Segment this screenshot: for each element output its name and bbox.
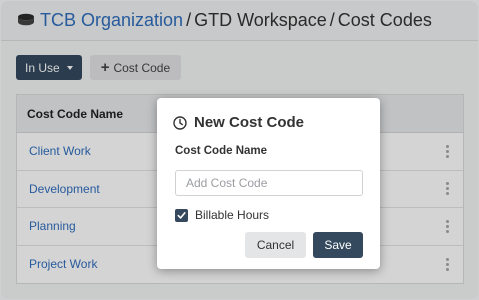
new-cost-code-dialog: New Cost Code Cost Code Name Billable Ho… [157, 98, 380, 269]
billable-hours-checkbox[interactable] [175, 208, 188, 222]
billable-hours-label: Billable Hours [195, 208, 270, 222]
cancel-button[interactable]: Cancel [245, 232, 306, 258]
dialog-title: New Cost Code [173, 114, 304, 131]
clock-icon [173, 115, 187, 130]
cost-code-name-label: Cost Code Name [175, 145, 268, 157]
app-window: TCB Organization / GTD Workspace / Cost … [1, 1, 478, 299]
billable-hours-option[interactable]: Billable Hours [175, 208, 269, 222]
save-button[interactable]: Save [313, 232, 363, 258]
dialog-title-text: New Cost Code [194, 114, 305, 131]
cost-code-name-input[interactable] [175, 170, 363, 196]
checkmark-icon [177, 211, 186, 219]
